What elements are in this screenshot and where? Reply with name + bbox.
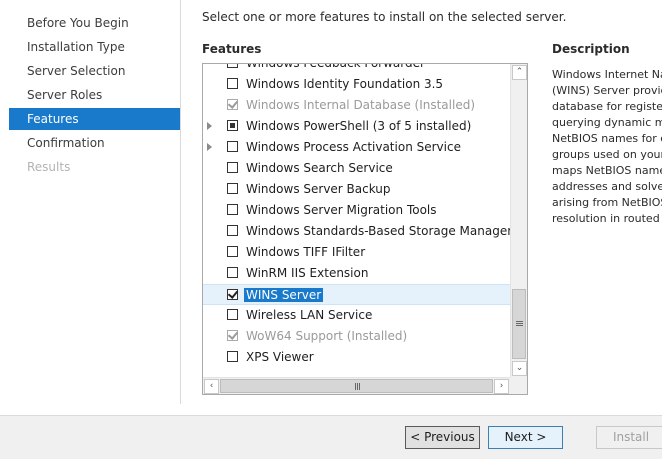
feature-label: Windows Identity Foundation 3.5 bbox=[246, 77, 444, 91]
nav-item-installation-type[interactable]: Installation Type bbox=[27, 37, 125, 57]
chevron-right-icon[interactable]: › bbox=[494, 379, 509, 394]
features-tree[interactable]: Windows Feedback Forwarder Windows Identi… bbox=[202, 63, 528, 395]
nav-item-features[interactable]: Features bbox=[9, 108, 180, 130]
feature-checkbox[interactable] bbox=[227, 183, 238, 194]
feature-checkbox[interactable] bbox=[227, 351, 238, 362]
triangle-right-icon[interactable] bbox=[207, 122, 212, 130]
previous-button[interactable]: < Previous bbox=[405, 426, 480, 449]
feature-checkbox[interactable] bbox=[227, 141, 238, 152]
feature-label: Windows PowerShell (3 of 5 installed) bbox=[246, 119, 472, 133]
nav-item-server-selection[interactable]: Server Selection bbox=[27, 61, 125, 81]
feature-checkbox[interactable] bbox=[227, 309, 238, 320]
feature-label: WoW64 Support (Installed) bbox=[246, 329, 408, 343]
nav-item-before-you-begin[interactable]: Before You Begin bbox=[27, 13, 129, 33]
feature-label: Windows Feedback Forwarder bbox=[246, 64, 425, 70]
nav-divider bbox=[180, 0, 181, 404]
chevron-down-icon[interactable]: ⌄ bbox=[512, 361, 527, 376]
checkmark-icon bbox=[227, 288, 239, 299]
checkmark-icon bbox=[227, 98, 239, 109]
feature-checkbox[interactable] bbox=[227, 162, 238, 173]
feature-row[interactable]: Windows Server Backup bbox=[203, 179, 510, 200]
instruction-text: Select one or more features to install o… bbox=[202, 10, 567, 24]
install-button: Install bbox=[596, 426, 662, 449]
feature-row[interactable]: Wireless LAN Service bbox=[203, 305, 510, 326]
feature-checkbox[interactable] bbox=[227, 288, 239, 300]
feature-checkbox[interactable] bbox=[227, 120, 238, 131]
feature-checkbox bbox=[227, 329, 239, 341]
feature-label: Windows Server Migration Tools bbox=[246, 203, 437, 217]
feature-label: Windows Standards-Based Storage Manageme… bbox=[246, 224, 510, 238]
feature-label: Windows Process Activation Service bbox=[246, 140, 461, 154]
feature-label: XPS Viewer bbox=[246, 350, 314, 364]
feature-label: Windows TIFF IFilter bbox=[246, 245, 366, 259]
nav-item-results: Results bbox=[27, 160, 71, 174]
feature-label: Windows Search Service bbox=[246, 161, 393, 175]
feature-row[interactable]: Windows Search Service bbox=[203, 158, 510, 179]
feature-row[interactable]: Windows PowerShell (3 of 5 installed) bbox=[203, 116, 510, 137]
feature-checkbox[interactable] bbox=[227, 225, 238, 236]
scrollbar-corner bbox=[510, 377, 527, 394]
features-list: Windows Feedback Forwarder Windows Identi… bbox=[203, 64, 510, 377]
checkmark-icon bbox=[227, 329, 239, 340]
triangle-right-icon[interactable] bbox=[207, 143, 212, 151]
vertical-scroll-thumb[interactable] bbox=[512, 289, 526, 359]
wizard-nav: Before You Begin Installation Type Serve… bbox=[0, 0, 180, 415]
feature-row[interactable]: Windows Feedback Forwarder bbox=[203, 64, 510, 74]
features-heading: Features bbox=[202, 42, 262, 56]
feature-checkbox[interactable] bbox=[227, 267, 238, 278]
feature-checkbox bbox=[227, 98, 239, 110]
feature-row[interactable]: Windows Identity Foundation 3.5 bbox=[203, 74, 510, 95]
feature-label: WinRM IIS Extension bbox=[246, 266, 369, 280]
feature-row[interactable]: Windows Internal Database (Installed) bbox=[203, 95, 510, 116]
feature-checkbox[interactable] bbox=[227, 246, 238, 257]
chevron-up-icon[interactable]: ⌃ bbox=[512, 65, 527, 80]
feature-row[interactable]: Windows Server Migration Tools bbox=[203, 200, 510, 221]
feature-row[interactable]: XPS Viewer bbox=[203, 347, 510, 368]
feature-label: Windows Server Backup bbox=[246, 182, 391, 196]
feature-checkbox[interactable] bbox=[227, 78, 238, 89]
partial-check-icon bbox=[230, 123, 235, 128]
feature-row[interactable]: Windows Process Activation Service bbox=[203, 137, 510, 158]
feature-label: WINS Server bbox=[244, 288, 324, 302]
horizontal-scroll-thumb[interactable] bbox=[220, 379, 493, 393]
feature-label: Windows Internal Database (Installed) bbox=[246, 98, 476, 112]
horizontal-scrollbar[interactable]: ‹ › bbox=[203, 377, 510, 394]
feature-row[interactable]: Windows Standards-Based Storage Manageme… bbox=[203, 221, 510, 242]
feature-checkbox[interactable] bbox=[227, 204, 238, 215]
description-heading: Description bbox=[552, 42, 630, 56]
description-text: Windows Internet Na (WINS) Server provid… bbox=[552, 68, 662, 225]
feature-checkbox[interactable] bbox=[227, 64, 238, 68]
feature-label: Wireless LAN Service bbox=[246, 308, 373, 322]
feature-row[interactable]: WINS Server bbox=[203, 284, 510, 305]
next-button[interactable]: Next > bbox=[488, 426, 563, 449]
nav-item-confirmation[interactable]: Confirmation bbox=[27, 133, 105, 153]
feature-row[interactable]: WoW64 Support (Installed) bbox=[203, 326, 510, 347]
vertical-scrollbar[interactable]: ⌃ ⌄ bbox=[510, 64, 527, 377]
feature-row[interactable]: WinRM IIS Extension bbox=[203, 263, 510, 284]
chevron-left-icon[interactable]: ‹ bbox=[204, 379, 219, 394]
nav-item-server-roles[interactable]: Server Roles bbox=[27, 85, 102, 105]
feature-row[interactable]: Windows TIFF IFilter bbox=[203, 242, 510, 263]
